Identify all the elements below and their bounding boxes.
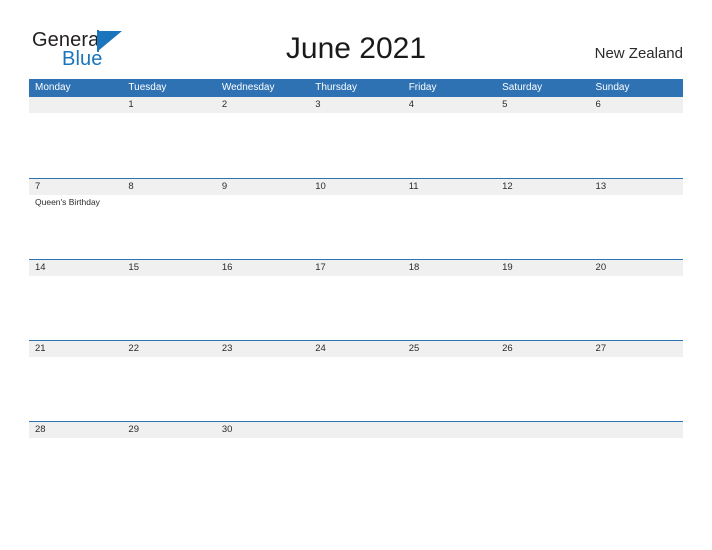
- day-event[interactable]: [122, 357, 215, 421]
- week-row: 1 2 3 4 5 6: [29, 97, 683, 178]
- day-number[interactable]: 8: [122, 179, 215, 195]
- day-event[interactable]: [216, 357, 309, 421]
- day-number[interactable]: 11: [403, 179, 496, 195]
- week-date-band: 1 2 3 4 5 6: [29, 97, 683, 113]
- day-event[interactable]: [122, 276, 215, 340]
- day-event[interactable]: [496, 113, 589, 177]
- week-date-band: 21 22 23 24 25 26 27: [29, 341, 683, 357]
- day-event[interactable]: [496, 276, 589, 340]
- day-number[interactable]: 2: [216, 97, 309, 113]
- weekday-header-row: Monday Tuesday Wednesday Thursday Friday…: [29, 79, 683, 97]
- day-event[interactable]: [496, 357, 589, 421]
- day-number[interactable]: 30: [216, 422, 309, 438]
- weekday-header-tuesday: Tuesday: [128, 82, 167, 93]
- day-number[interactable]: 22: [122, 341, 215, 357]
- day-event[interactable]: [29, 357, 122, 421]
- day-event[interactable]: [216, 438, 309, 502]
- day-event[interactable]: [309, 276, 402, 340]
- day-event[interactable]: [29, 438, 122, 502]
- day-event[interactable]: [496, 438, 589, 502]
- day-event[interactable]: [496, 195, 589, 259]
- day-number[interactable]: 27: [590, 341, 683, 357]
- day-number[interactable]: 5: [496, 97, 589, 113]
- day-number[interactable]: 12: [496, 179, 589, 195]
- day-event[interactable]: [309, 357, 402, 421]
- day-number[interactable]: 18: [403, 260, 496, 276]
- day-event[interactable]: [590, 357, 683, 421]
- week-event-band: [29, 113, 683, 177]
- day-number[interactable]: 9: [216, 179, 309, 195]
- day-event[interactable]: [403, 195, 496, 259]
- day-event[interactable]: [403, 113, 496, 177]
- weekday-header-monday: Monday: [35, 82, 71, 93]
- day-number[interactable]: 7: [29, 179, 122, 195]
- week-date-band: 28 29 30: [29, 422, 683, 438]
- calendar-grid: Monday Tuesday Wednesday Thursday Friday…: [29, 79, 683, 502]
- day-event[interactable]: [309, 113, 402, 177]
- week-date-band: 7 8 9 10 11 12 13: [29, 179, 683, 195]
- day-number[interactable]: 19: [496, 260, 589, 276]
- week-event-band: [29, 357, 683, 421]
- day-event[interactable]: [590, 195, 683, 259]
- day-number[interactable]: 13: [590, 179, 683, 195]
- day-event[interactable]: [216, 113, 309, 177]
- day-number[interactable]: [29, 97, 122, 113]
- weekday-header-sunday: Sunday: [595, 82, 630, 93]
- day-number[interactable]: [309, 422, 402, 438]
- weekday-header-wednesday: Wednesday: [221, 82, 275, 93]
- day-number[interactable]: 24: [309, 341, 402, 357]
- day-number[interactable]: 17: [309, 260, 402, 276]
- day-event[interactable]: [29, 113, 122, 177]
- week-date-band: 14 15 16 17 18 19 20: [29, 260, 683, 276]
- page-header: General Blue June 2021 New Zealand: [0, 0, 712, 79]
- day-event[interactable]: [403, 357, 496, 421]
- day-event[interactable]: [309, 195, 402, 259]
- day-number[interactable]: 20: [590, 260, 683, 276]
- day-event[interactable]: [403, 276, 496, 340]
- day-number[interactable]: [496, 422, 589, 438]
- day-number[interactable]: [403, 422, 496, 438]
- day-number[interactable]: 10: [309, 179, 402, 195]
- day-event[interactable]: [309, 438, 402, 502]
- day-number[interactable]: 4: [403, 97, 496, 113]
- week-row: 7 8 9 10 11 12 13 Queen's Birthday: [29, 178, 683, 259]
- day-number[interactable]: 16: [216, 260, 309, 276]
- calendar-region: New Zealand: [594, 45, 683, 62]
- day-number[interactable]: 3: [309, 97, 402, 113]
- weekday-header-friday: Friday: [408, 82, 437, 93]
- week-event-band: Queen's Birthday: [29, 195, 683, 259]
- day-number[interactable]: 28: [29, 422, 122, 438]
- week-row: 28 29 30: [29, 421, 683, 502]
- week-row: 21 22 23 24 25 26 27: [29, 340, 683, 421]
- day-event[interactable]: [590, 113, 683, 177]
- week-row: 14 15 16 17 18 19 20: [29, 259, 683, 340]
- day-event[interactable]: [590, 276, 683, 340]
- day-number[interactable]: 26: [496, 341, 589, 357]
- weekday-header-thursday: Thursday: [315, 82, 357, 93]
- week-event-band: [29, 438, 683, 502]
- day-event[interactable]: [216, 195, 309, 259]
- day-number[interactable]: 1: [122, 97, 215, 113]
- day-event[interactable]: [216, 276, 309, 340]
- day-event[interactable]: [122, 113, 215, 177]
- weekday-header-saturday: Saturday: [502, 82, 543, 93]
- day-number[interactable]: 6: [590, 97, 683, 113]
- day-number[interactable]: [590, 422, 683, 438]
- day-event[interactable]: [122, 195, 215, 259]
- day-number[interactable]: 25: [403, 341, 496, 357]
- day-event[interactable]: [403, 438, 496, 502]
- day-event[interactable]: [29, 276, 122, 340]
- day-number[interactable]: 29: [122, 422, 215, 438]
- day-number[interactable]: 23: [216, 341, 309, 357]
- day-number[interactable]: 15: [122, 260, 215, 276]
- day-event[interactable]: [122, 438, 215, 502]
- day-number[interactable]: 21: [29, 341, 122, 357]
- day-number[interactable]: 14: [29, 260, 122, 276]
- day-event[interactable]: [590, 438, 683, 502]
- week-event-band: [29, 276, 683, 340]
- day-event[interactable]: Queen's Birthday: [29, 195, 122, 259]
